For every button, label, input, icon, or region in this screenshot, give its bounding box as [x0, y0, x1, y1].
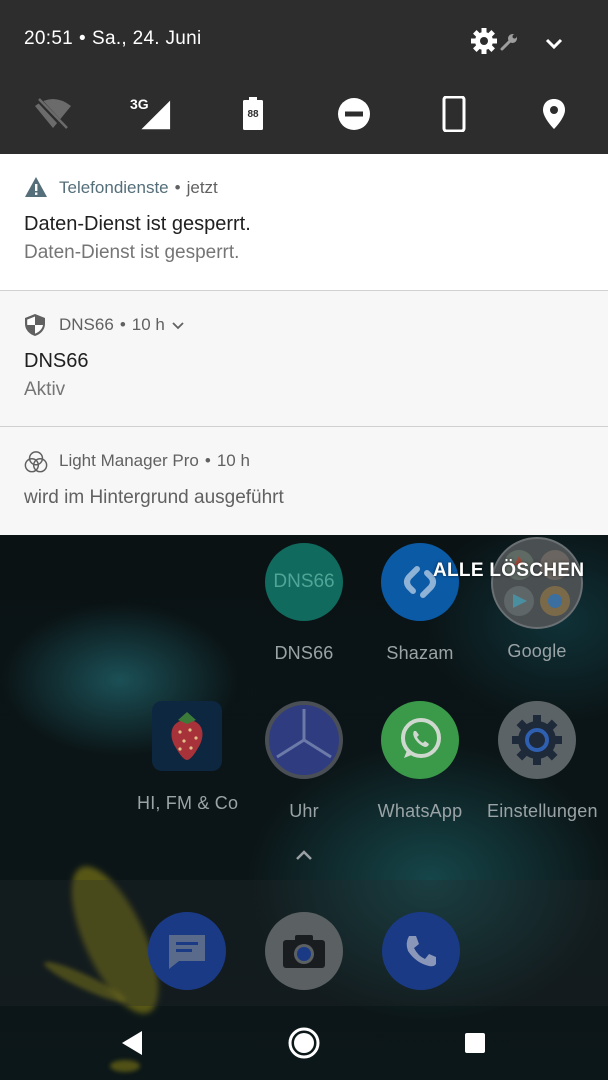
network-type-label: 3G: [130, 96, 149, 112]
notification-dns66[interactable]: DNS66 • 10 h DNS66 Aktiv: [0, 291, 608, 427]
app-google-folder[interactable]: Google: [487, 537, 587, 662]
qs-tile-do-not-disturb[interactable]: [332, 92, 376, 136]
phone-icon[interactable]: [382, 912, 460, 990]
do-not-disturb-icon: [338, 98, 370, 130]
notification-header: Light Manager Pro • 10 h: [24, 449, 250, 473]
notification-text: Aktiv: [24, 379, 66, 400]
strawberry-icon: [171, 712, 203, 760]
rotation-lock-icon: [442, 96, 466, 132]
notification-app-name: DNS66: [59, 315, 114, 334]
chevron-down-icon[interactable]: [170, 317, 186, 333]
notification-separator: •: [119, 315, 126, 334]
wifi-off-icon: [35, 96, 71, 132]
notification-header: Telefondienste • jetzt: [24, 176, 218, 200]
qs-tile-location[interactable]: [532, 92, 576, 136]
notification-time: jetzt: [186, 178, 218, 197]
messages-icon[interactable]: [148, 912, 226, 990]
notification-app-name: Telefondienste: [59, 178, 169, 197]
notification-title: DNS66: [24, 350, 89, 372]
notification-text: Daten-Dienst ist gesperrt.: [24, 242, 240, 263]
dns66-icon-text: DNS66: [273, 571, 335, 592]
camera-lens-icon: [283, 935, 325, 968]
expand-chevron-icon[interactable]: [541, 30, 567, 56]
settings-gear-icon[interactable]: [470, 27, 498, 55]
back-icon: [122, 1031, 142, 1055]
notification-separator: •: [204, 451, 211, 470]
app-drawer-chevron-up-icon[interactable]: [294, 845, 314, 865]
clock-hands-icon: [276, 709, 332, 759]
app-label-settings: Einstellungen: [487, 801, 598, 821]
messages-bubble-icon: [169, 935, 205, 969]
notification-light-manager[interactable]: Light Manager Pro • 10 h wird im Hinterg…: [0, 427, 608, 535]
shield-icon: [25, 314, 45, 336]
notification-time: 10 h: [216, 451, 250, 470]
app-label-google: Google: [507, 641, 567, 661]
notification-title: Daten-Dienst ist gesperrt.: [24, 213, 251, 235]
app-label-whatsapp: WhatsApp: [377, 801, 463, 821]
shazam-app-icon[interactable]: [381, 543, 459, 621]
notification-time: 10 h: [131, 315, 165, 334]
location-icon: [543, 99, 565, 129]
phone-handset-icon: [406, 936, 436, 967]
status-date[interactable]: Sa., 24. Juni: [92, 28, 202, 49]
battery-level: 88: [247, 109, 259, 120]
whatsapp-logo-icon: [401, 718, 441, 758]
notification-telefondienste[interactable]: Telefondienste • jetzt Daten-Dienst ist …: [0, 154, 608, 291]
dns66-app-icon[interactable]: DNS66: [265, 543, 343, 621]
app-dns66[interactable]: DNS66 DNS66: [254, 543, 354, 664]
qs-tile-battery[interactable]: 88: [231, 92, 275, 136]
app-label-hifm: HI, FM & Co: [137, 793, 239, 813]
settings-app-icon[interactable]: [498, 701, 576, 779]
app-label-dns66: DNS66: [274, 643, 334, 663]
notification-text: wird im Hintergrund ausgeführt: [24, 487, 284, 508]
google-folder-icon[interactable]: [491, 537, 583, 629]
status-separator: •: [79, 28, 86, 49]
notification-header: DNS66 • 10 h: [24, 313, 186, 337]
notification-separator: •: [174, 178, 181, 197]
notification-app-name: Light Manager Pro: [59, 451, 199, 470]
whatsapp-app-icon[interactable]: [381, 701, 459, 779]
camera-icon[interactable]: [265, 912, 343, 990]
app-label-uhr: Uhr: [289, 801, 319, 821]
quick-settings-header: 20:51 • Sa., 24. Juni 3G 88: [0, 0, 608, 154]
home-button[interactable]: [264, 1006, 344, 1080]
qs-tile-wifi[interactable]: [31, 92, 75, 136]
navigation-bar: [0, 1006, 608, 1080]
hifm-app-icon[interactable]: [152, 701, 222, 771]
clock-time: 20:51: [24, 28, 74, 49]
settings-gear-app-icon: [512, 715, 562, 765]
wrench-icon: [500, 34, 517, 51]
recents-button[interactable]: [435, 1006, 515, 1080]
status-time-date: 20:51 • Sa., 24. Juni: [24, 28, 202, 50]
light-manager-icon: [24, 451, 48, 473]
app-hifm[interactable]: HI, FM & Co: [137, 701, 239, 814]
google-apps-icon: [504, 550, 570, 616]
app-settings[interactable]: Einstellungen: [487, 701, 598, 822]
warning-icon: [25, 177, 47, 197]
back-button[interactable]: [92, 1006, 172, 1080]
app-label-shazam: Shazam: [386, 643, 454, 663]
clear-all-button[interactable]: ALLE LÖSCHEN: [433, 560, 584, 582]
app-uhr[interactable]: Uhr: [254, 701, 354, 822]
home-icon: [288, 1027, 320, 1059]
app-whatsapp[interactable]: WhatsApp: [370, 701, 470, 822]
recents-icon: [465, 1033, 485, 1053]
qs-tile-mobile-data[interactable]: 3G: [128, 92, 172, 136]
clock-app-icon[interactable]: [265, 701, 343, 779]
qs-tile-rotation[interactable]: [432, 92, 476, 136]
